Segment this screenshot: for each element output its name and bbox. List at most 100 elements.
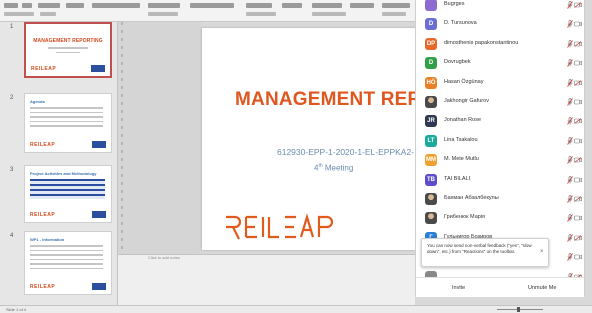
participant-row[interactable]: TB TAI BILALI [416,171,584,191]
thumb-heading: WP1 - Information [30,237,65,242]
video-off-icon[interactable] [574,196,582,202]
mic-muted-icon[interactable] [567,59,573,67]
video-off-icon[interactable] [574,99,582,105]
ribbon-tool[interactable] [38,3,60,8]
video-off-icon[interactable] [574,21,582,27]
slide-number: 4 [10,233,14,239]
participant-name: Jakhongir Gafurov [444,98,489,104]
video-off-icon[interactable] [574,2,582,8]
slide-thumbnail-pane[interactable]: 1 MANAGEMENT REPORTING REILEAP 2 Agenda … [0,22,118,305]
participant-row[interactable]: D D. Tursunova [416,15,584,35]
slide-number: 1 [10,24,14,30]
ribbon-tool[interactable] [148,3,180,8]
avatar [425,193,437,205]
ribbon-tool[interactable] [22,3,32,8]
participant-row[interactable]: Грибенюк Марія [416,209,584,229]
video-off-icon[interactable] [574,157,582,163]
ribbon-group-label [4,12,34,16]
notes-placeholder[interactable]: Click to add notes [148,255,180,260]
participant-row[interactable]: D Dovrugbek [416,54,584,74]
avatar: D [425,57,437,70]
unmute-me-button[interactable]: Unmute Me [528,285,556,291]
avatar: LT [425,134,437,147]
eu-flag-icon [92,141,106,148]
eu-flag-icon [91,65,105,72]
slide-thumbnail-4[interactable]: WP1 - Information REILEAP [24,231,112,295]
slide-number: 2 [10,95,14,101]
ribbon-tool[interactable] [312,3,342,8]
close-icon[interactable]: × [540,249,544,255]
slide-thumbnail-2[interactable]: Agenda REILEAP [24,93,112,153]
avatar: JR [425,115,437,128]
mic-muted-icon[interactable] [567,78,573,87]
participant-row[interactable]: MM M. Mete Mutlu [416,151,584,171]
video-off-icon[interactable] [574,41,582,47]
video-off-icon[interactable] [574,235,582,241]
reileap-logo-mark [226,213,334,240]
mic-muted-icon[interactable] [567,214,573,223]
zoom-slider-handle[interactable] [517,307,520,312]
slide-thumbnail-1[interactable]: MANAGEMENT REPORTING REILEAP [24,22,112,78]
participant-name: D. Tursunova [444,20,477,27]
mic-muted-icon[interactable] [567,195,573,203]
ribbon-tool[interactable] [66,3,84,8]
mic-muted-icon[interactable] [567,175,573,184]
participant-row[interactable]: Jakhongir Gafurov [416,93,584,113]
video-off-icon[interactable] [574,254,582,260]
slide-title[interactable]: MANAGEMENT REP [235,89,420,111]
participant-row[interactable]: LT Lina Tsakalou [416,132,584,152]
video-off-icon[interactable] [574,215,582,221]
video-off-icon[interactable] [574,79,582,86]
thumb-heading: Project Activities and Methodology [30,171,97,176]
video-off-icon[interactable] [574,60,582,66]
invite-button[interactable]: Invite [452,285,465,291]
mic-muted-icon[interactable] [567,136,573,145]
thumb-logo: REILEAP [31,66,57,72]
mic-muted-icon[interactable] [567,98,573,106]
slide-canvas[interactable]: MANAGEMENT REP 612930-EPP-1-2020-1-EL-EP… [202,28,427,250]
zoom-slider[interactable] [497,309,543,310]
pane-splitter[interactable] [121,22,123,254]
ribbon-group-label [382,12,406,16]
ribbon-tool[interactable] [92,3,140,8]
participant-name: dimosthenis papakonstantinou [444,39,519,46]
video-off-icon[interactable] [574,138,582,144]
video-off-icon[interactable] [574,118,582,125]
mic-muted-icon[interactable] [567,253,573,261]
ribbon-group-label [40,12,56,16]
project-code[interactable]: 612930-EPP-1-2020-1-EL-EPPKA2- [277,147,414,157]
mic-muted-icon[interactable] [567,117,573,126]
ribbon-tool[interactable] [282,3,302,8]
mic-muted-icon[interactable] [567,233,573,242]
participant-name: Bugrges [444,1,465,7]
participant-row[interactable]: Бахман Абзалбекулы [416,190,584,210]
participant-row[interactable]: Bugrges [416,0,584,16]
avatar: D [425,18,437,31]
zoom-participants-panel: Bugrges D D. Tursunova DP dimosthenis papako… [415,0,585,297]
ribbon-tool[interactable] [246,3,272,8]
mic-muted-icon[interactable] [567,156,573,164]
ribbon-tool[interactable] [350,3,374,8]
mic-muted-icon[interactable] [567,20,573,29]
thumb-table [30,179,105,199]
meeting-label[interactable]: 4th Meeting [314,163,353,173]
slide-counter: Slide 1 of 4 [6,307,27,312]
slide-number: 3 [10,167,14,173]
participant-name: Бахман Абзалбекулы [444,195,499,201]
notes-pane[interactable]: Click to add notes ➹ [118,254,474,305]
participant-name: TAI BILALI [444,175,471,182]
ribbon-tool[interactable] [4,3,18,8]
mic-muted-icon[interactable] [567,39,573,48]
panel-footer: Invite Unmute Me [416,277,584,297]
reileap-logo [224,212,336,248]
mic-muted-icon[interactable] [567,1,573,9]
ribbon-tool[interactable] [382,3,410,8]
participant-row[interactable]: DP dimosthenis papakonstantinou [416,35,584,55]
thumb-logo: REILEAP [30,212,56,218]
video-off-icon[interactable] [574,177,582,183]
participant-row[interactable]: HÖ Hasan Özgünay [416,74,584,94]
slide-thumbnail-3[interactable]: Project Activities and Methodology REILE… [24,165,112,223]
participant-row[interactable]: JR Jonathan Rose [416,112,584,132]
powerpoint-ribbon [0,0,415,22]
ribbon-tool[interactable] [190,3,234,8]
